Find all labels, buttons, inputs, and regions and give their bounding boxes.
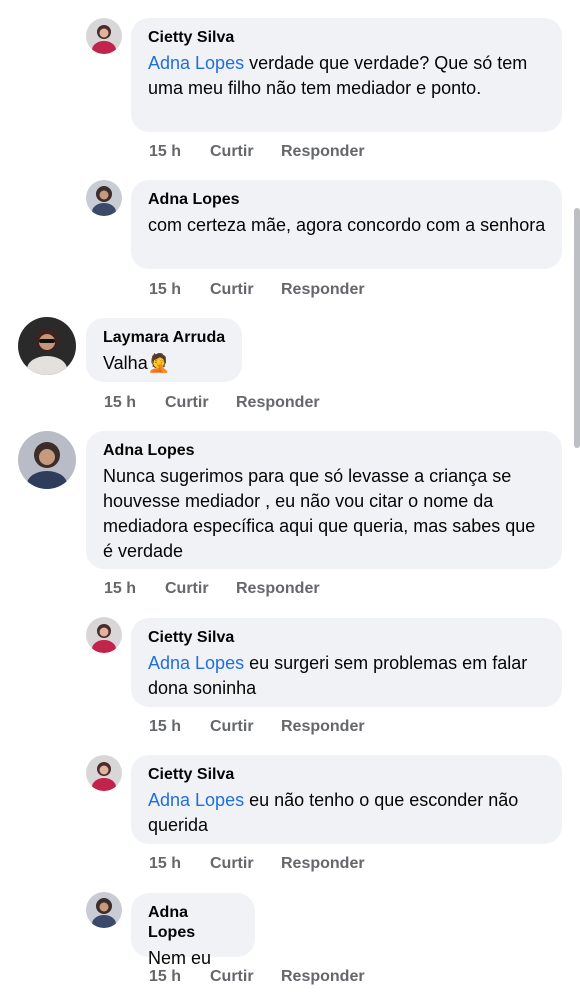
reply-button[interactable]: Responder <box>281 968 365 986</box>
like-button[interactable]: Curtir <box>210 968 281 986</box>
avatar[interactable] <box>18 431 76 489</box>
mention-link[interactable]: Adna Lopes <box>148 653 244 673</box>
comment-time[interactable]: 15 h <box>149 718 210 736</box>
comment-bubble: Adna Lopes Nem eu <box>131 893 255 968</box>
scrollbar[interactable] <box>574 208 580 448</box>
comment-author[interactable]: Cietty Silva <box>148 628 546 648</box>
comment-bubble: Adna Lopes Nunca sugerimos para que só l… <box>86 431 562 569</box>
like-button[interactable]: Curtir <box>210 143 281 161</box>
comment-author[interactable]: Adna Lopes <box>148 903 239 943</box>
comment-time[interactable]: 15 h <box>104 580 165 598</box>
comment-author[interactable]: Cietty Silva <box>148 765 546 785</box>
comment-time[interactable]: 15 h <box>149 143 210 161</box>
comment-bubble: Laymara Arruda Valha🤦 <box>86 318 242 382</box>
comment-actions: 15 h Curtir Responder <box>149 143 365 161</box>
avatar[interactable] <box>86 755 122 791</box>
comment-text: Adna Lopes eu surgeri sem problemas em f… <box>148 653 528 698</box>
comment-time[interactable]: 15 h <box>149 968 210 986</box>
like-button[interactable]: Curtir <box>165 580 236 598</box>
comment-bubble: Cietty Silva Adna Lopes eu não tenho o q… <box>131 755 562 844</box>
comment-actions: 15 h Curtir Responder <box>104 394 320 412</box>
avatar[interactable] <box>86 617 122 653</box>
facepalm-emoji-icon: 🤦 <box>147 353 171 373</box>
avatar[interactable] <box>18 317 76 375</box>
comment-text: Adna Lopes verdade que verdade? Que só t… <box>148 53 528 98</box>
reply-button[interactable]: Responder <box>236 580 320 598</box>
like-button[interactable]: Curtir <box>210 855 281 873</box>
comment-author[interactable]: Cietty Silva <box>148 28 546 48</box>
reply-button[interactable]: Responder <box>281 281 365 299</box>
comment-author[interactable]: Adna Lopes <box>148 190 546 210</box>
like-button[interactable]: Curtir <box>210 281 281 299</box>
comment-text: com certeza mãe, agora concordo com a se… <box>148 215 546 235</box>
like-button[interactable]: Curtir <box>165 394 236 412</box>
comment-author[interactable]: Laymara Arruda <box>103 328 226 348</box>
comment-actions: 15 h Curtir Responder <box>104 580 320 598</box>
avatar[interactable] <box>86 18 122 54</box>
avatar[interactable] <box>86 180 122 216</box>
mention-link[interactable]: Adna Lopes <box>148 790 244 810</box>
reply-button[interactable]: Responder <box>236 394 320 412</box>
mention-link[interactable]: Adna Lopes <box>148 53 244 73</box>
comment-time[interactable]: 15 h <box>149 281 210 299</box>
comment-bubble: Cietty Silva Adna Lopes eu surgeri sem p… <box>131 618 562 707</box>
reply-button[interactable]: Responder <box>281 143 365 161</box>
reply-button[interactable]: Responder <box>281 855 365 873</box>
comment-author[interactable]: Adna Lopes <box>103 441 546 461</box>
avatar[interactable] <box>86 892 122 928</box>
comment-actions: 15 h Curtir Responder <box>149 855 365 873</box>
comment-time[interactable]: 15 h <box>149 855 210 873</box>
reply-button[interactable]: Responder <box>281 718 365 736</box>
comment-text: Nunca sugerimos para que só levasse a cr… <box>103 466 536 561</box>
comment-actions: 15 h Curtir Responder <box>149 718 365 736</box>
comment-bubble: Adna Lopes com certeza mãe, agora concor… <box>131 180 562 269</box>
comment-actions: 15 h Curtir Responder <box>149 281 365 299</box>
comment-bubble: Cietty Silva Adna Lopes verdade que verd… <box>131 18 562 132</box>
like-button[interactable]: Curtir <box>210 718 281 736</box>
comment-actions: 15 h Curtir Responder <box>149 968 365 986</box>
comment-time[interactable]: 15 h <box>104 394 165 412</box>
comment-text: Valha🤦 <box>103 353 171 373</box>
comment-text: Adna Lopes eu não tenho o que esconder n… <box>148 790 519 835</box>
